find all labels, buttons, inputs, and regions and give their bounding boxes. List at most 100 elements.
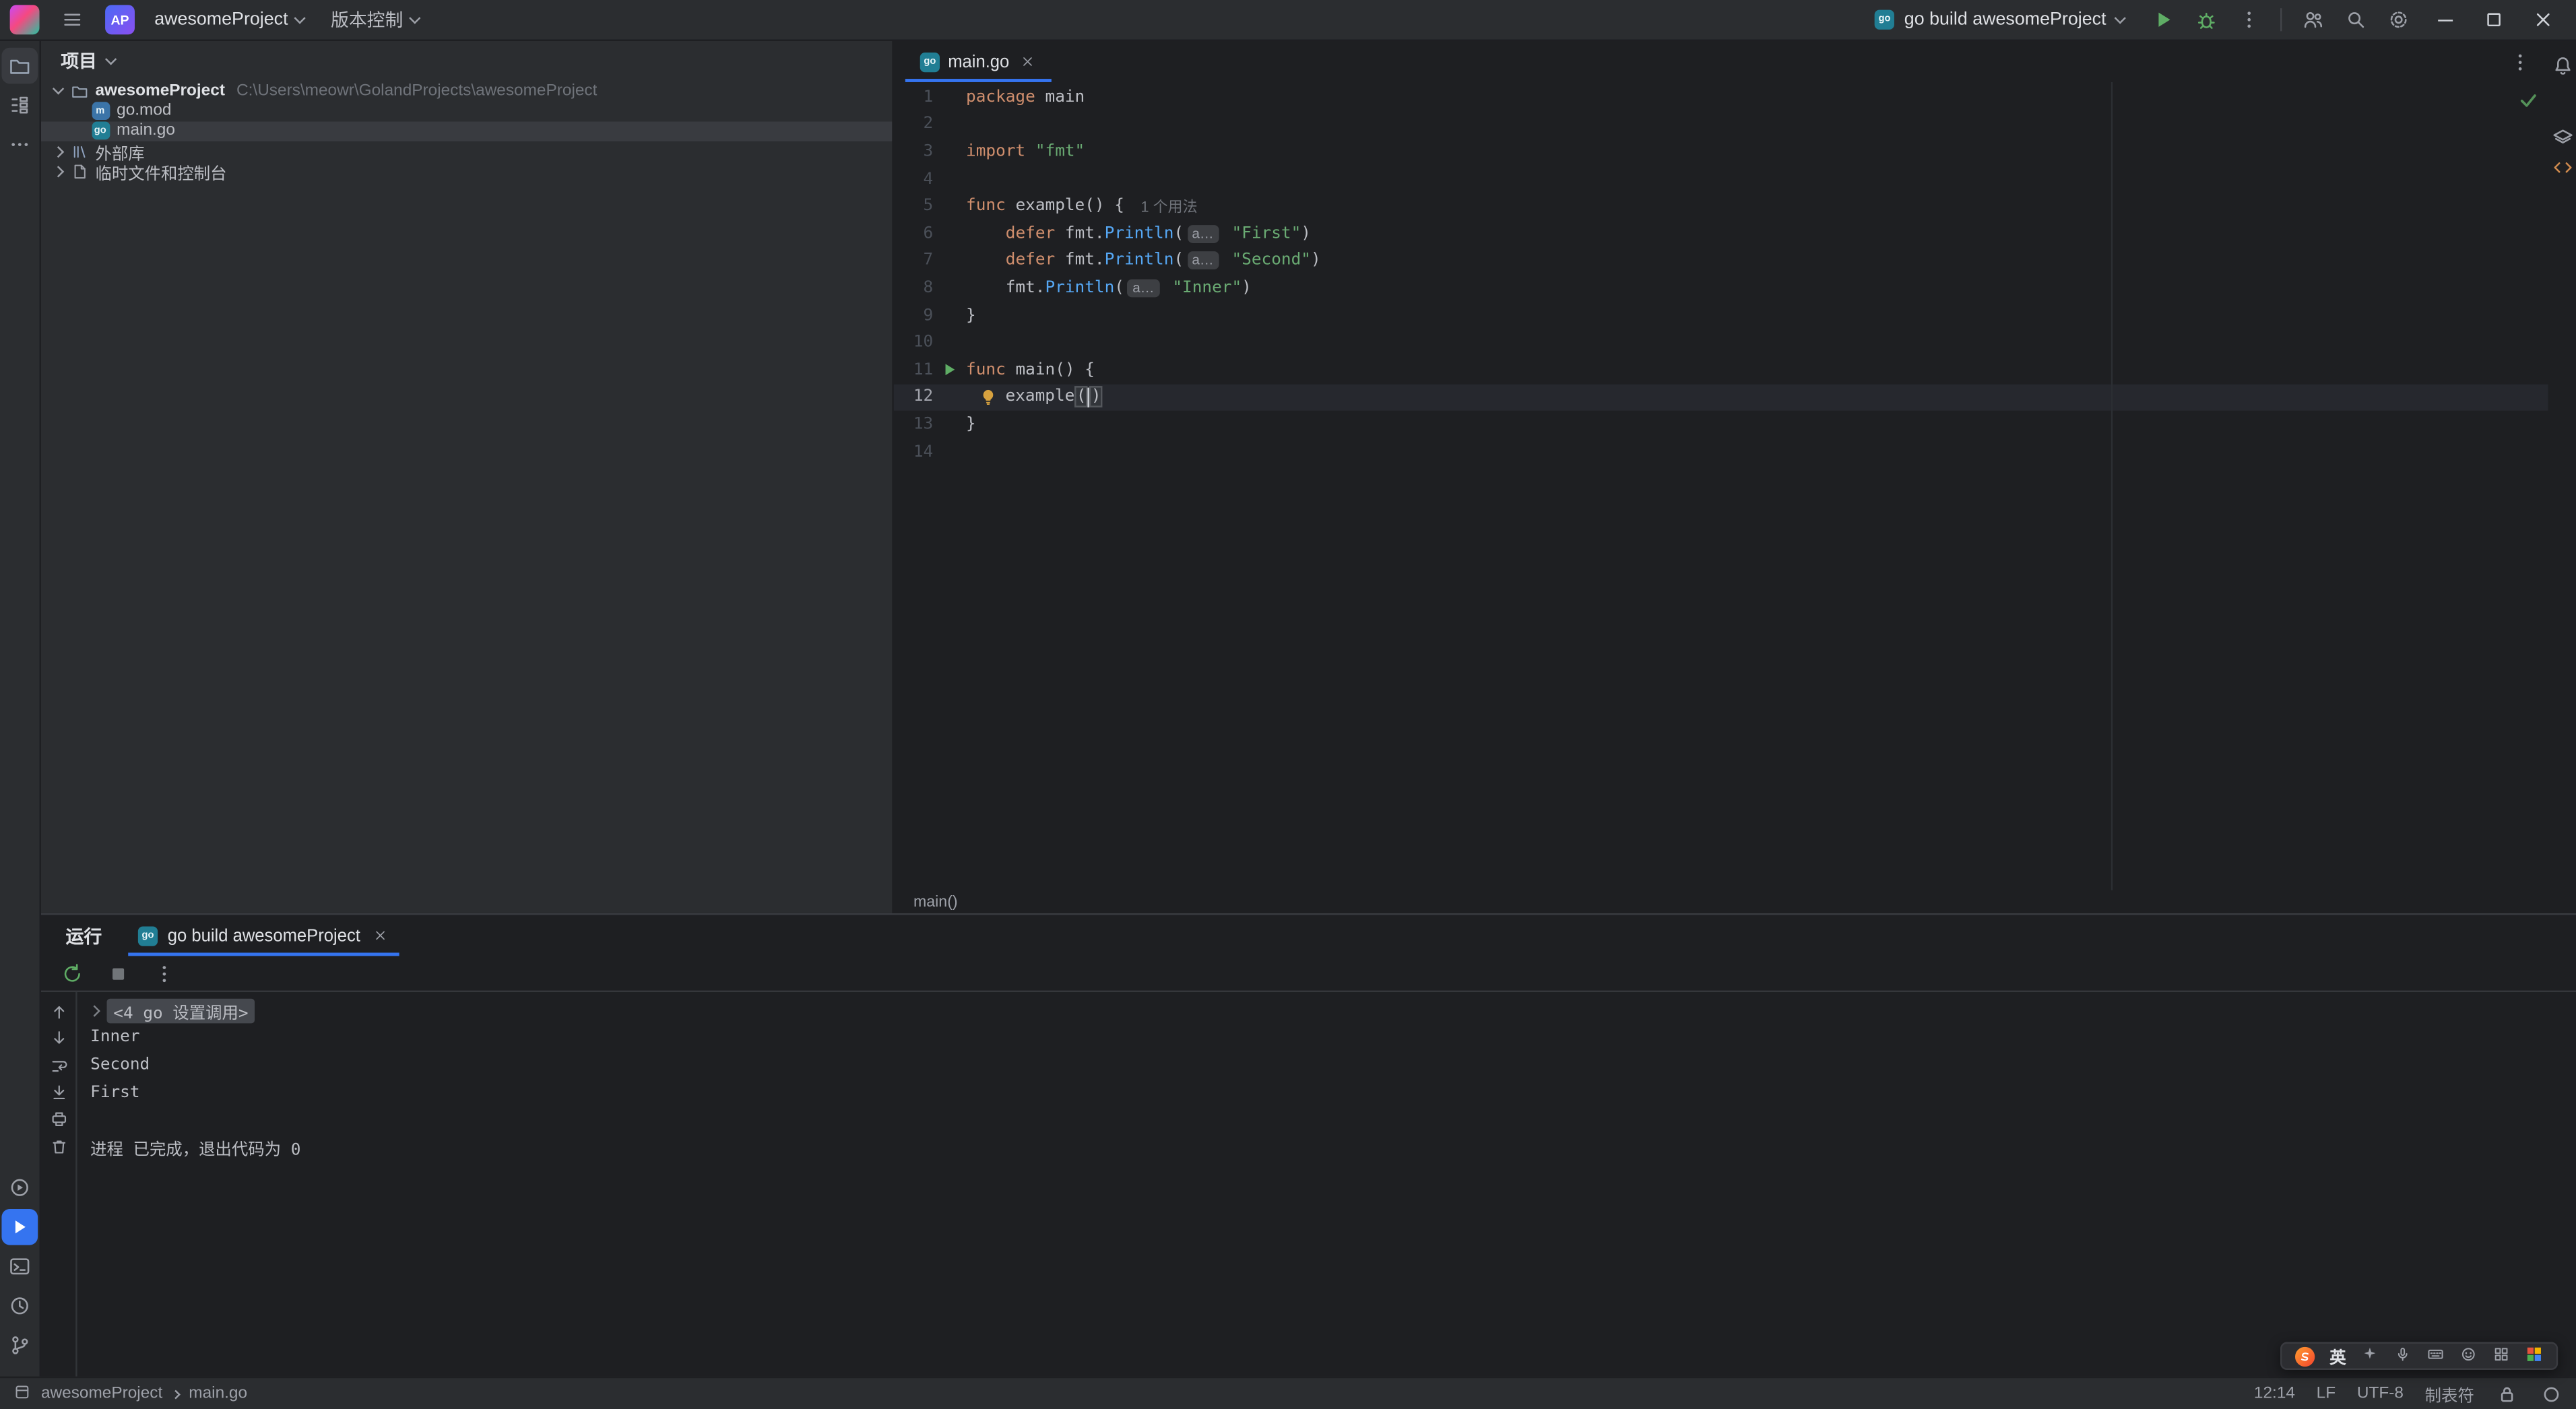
tab-main-go[interactable]: go main.go (905, 41, 1053, 82)
console-line[interactable]: <4 go 设置调用> (88, 997, 2576, 1024)
line-number[interactable]: 5 (894, 197, 934, 216)
chevron-down-icon[interactable] (52, 82, 65, 94)
services-tool-button[interactable] (1, 1169, 38, 1206)
scroll-down-button[interactable] (42, 1026, 75, 1053)
fold-chevron-icon[interactable] (88, 1004, 100, 1017)
code-line[interactable]: 14 (894, 438, 2576, 465)
code-line[interactable]: 9} (894, 302, 2576, 329)
more-tool-windows-button[interactable] (1, 127, 38, 163)
soft-wrap-button[interactable] (42, 1052, 75, 1079)
code-line[interactable]: 4 (894, 166, 2576, 193)
code-line[interactable]: 12 example() (893, 383, 2576, 412)
line-number[interactable]: 8 (894, 279, 934, 297)
main-menu-button[interactable] (53, 1, 92, 38)
git-tool-button[interactable] (1, 1328, 38, 1364)
project-selector[interactable]: awesomeProject (148, 3, 311, 37)
ime-mic-icon[interactable] (2393, 1344, 2412, 1367)
code-line[interactable]: 10 (894, 329, 2576, 356)
endpoints-button[interactable] (2549, 153, 2575, 183)
run-button[interactable] (2144, 1, 2184, 38)
caret-position-widget[interactable]: 12:14 (2254, 1385, 2295, 1403)
code-line[interactable]: 11 func main() { (894, 356, 2576, 383)
more-actions-button[interactable] (2229, 1, 2269, 38)
line-number[interactable]: 2 (894, 116, 934, 134)
console-output[interactable]: <4 go 设置调用> Inner Second First 进程 已完成，退出代码为 … (77, 992, 2576, 1377)
inspections-ok-icon[interactable] (2517, 89, 2540, 117)
readonly-lock-button[interactable] (2496, 1382, 2519, 1405)
line-number[interactable]: 10 (894, 333, 933, 352)
ime-emoji-icon[interactable] (2459, 1344, 2478, 1367)
print-button[interactable] (42, 1106, 75, 1133)
ime-skin-icon[interactable] (2525, 1344, 2543, 1367)
close-button[interactable] (2520, 0, 2566, 40)
code-line[interactable]: 6 defer fmt. Println(a… "First") (894, 220, 2576, 247)
line-number[interactable]: 4 (894, 170, 934, 189)
ime-grid-icon[interactable] (2492, 1344, 2511, 1367)
background-tasks-button[interactable] (2540, 1382, 2563, 1405)
folded-gosetup-region[interactable]: <4 go 设置调用> (106, 998, 255, 1023)
ime-sparkle-icon[interactable] (2361, 1344, 2379, 1367)
layers-button[interactable] (2549, 123, 2575, 153)
code-line[interactable]: 13} (894, 411, 2576, 438)
intention-bulb-icon[interactable] (979, 388, 1002, 406)
ime-keyboard-icon[interactable] (2426, 1344, 2445, 1367)
clear-console-button[interactable] (42, 1133, 75, 1160)
line-number[interactable]: 6 (894, 225, 934, 243)
code-line[interactable]: 7 defer fmt. Println(a… "Second") (894, 247, 2576, 274)
line-number[interactable]: 11 (894, 361, 933, 379)
tab-close-icon[interactable] (1017, 52, 1037, 71)
tree-item-scratches[interactable]: 临时文件和控制台 (41, 162, 892, 185)
minimize-button[interactable] (2422, 0, 2468, 40)
code-line[interactable]: 3 import "fmt" (894, 138, 2576, 165)
tab-close-icon[interactable] (371, 925, 390, 945)
code-line[interactable]: 8 fmt. Println(a… "Inner") (894, 275, 2576, 302)
rerun-button[interactable] (56, 958, 89, 988)
project-avatar[interactable]: AP (105, 5, 135, 35)
encoding-widget[interactable]: UTF-8 (2357, 1385, 2404, 1403)
history-tool-button[interactable] (1, 1288, 38, 1324)
code-line[interactable]: 1 package main (894, 84, 2576, 110)
run-gutter-icon[interactable] (933, 362, 966, 378)
terminal-tool-button[interactable] (1, 1248, 38, 1284)
ime-language-toggle[interactable]: 英 (2329, 1344, 2346, 1369)
vcs-widget[interactable]: 版本控制 (324, 3, 426, 37)
chevron-right-icon[interactable] (52, 166, 65, 178)
code-with-me-button[interactable] (2294, 1, 2333, 38)
maximize-button[interactable] (2471, 0, 2517, 40)
tree-item-go-mod[interactable]: m go.mod (41, 101, 892, 121)
project-view-selector[interactable]: 项目 (61, 48, 117, 74)
statusbar-breadcrumb-project[interactable]: awesomeProject (41, 1385, 162, 1403)
tree-item-external-libraries[interactable]: 外部库 (41, 141, 892, 164)
scroll-up-button[interactable] (42, 999, 75, 1026)
line-number[interactable]: 14 (894, 443, 933, 461)
tab-options-button[interactable] (2501, 44, 2540, 80)
line-number[interactable]: 1 (894, 88, 934, 106)
code-editor[interactable]: 1 package main 2 3 import "fmt" 4 5 func exampl… (893, 81, 2576, 890)
line-number[interactable]: 9 (894, 306, 934, 325)
indent-widget[interactable]: 制表符 (2425, 1381, 2474, 1406)
notifications-button[interactable] (2549, 51, 2575, 81)
sogou-icon[interactable] (2295, 1346, 2315, 1366)
structure-tool-button[interactable] (1, 87, 38, 123)
settings-button[interactable] (2379, 1, 2418, 38)
breadcrumb[interactable]: main() (894, 890, 2576, 913)
line-number[interactable]: 12 (894, 388, 933, 406)
chevron-right-icon[interactable] (52, 145, 65, 158)
project-tool-button[interactable] (1, 47, 38, 84)
tree-item-project-root[interactable]: awesomeProject C:\Users\meowr\GolandProj… (41, 81, 892, 101)
line-number[interactable]: 7 (894, 252, 934, 270)
statusbar-breadcrumb-file[interactable]: main.go (189, 1385, 247, 1403)
line-separator-widget[interactable]: LF (2317, 1385, 2336, 1403)
code-line[interactable]: 2 (894, 111, 2576, 138)
stop-button[interactable] (102, 958, 135, 988)
run-tool-button[interactable] (1, 1208, 38, 1245)
tree-item-main-go[interactable]: go main.go (40, 121, 893, 142)
search-button[interactable] (2336, 1, 2376, 38)
run-more-options-button[interactable] (148, 958, 181, 988)
debug-button[interactable] (2187, 1, 2226, 38)
line-number[interactable]: 13 (894, 416, 933, 434)
run-tab[interactable]: go go build awesomeProject (128, 915, 401, 956)
run-config-selector[interactable]: go go build awesomeProject (1865, 3, 2134, 37)
line-number[interactable]: 3 (894, 143, 934, 161)
code-line[interactable]: 5 func example() {1 个用法 (894, 193, 2576, 220)
